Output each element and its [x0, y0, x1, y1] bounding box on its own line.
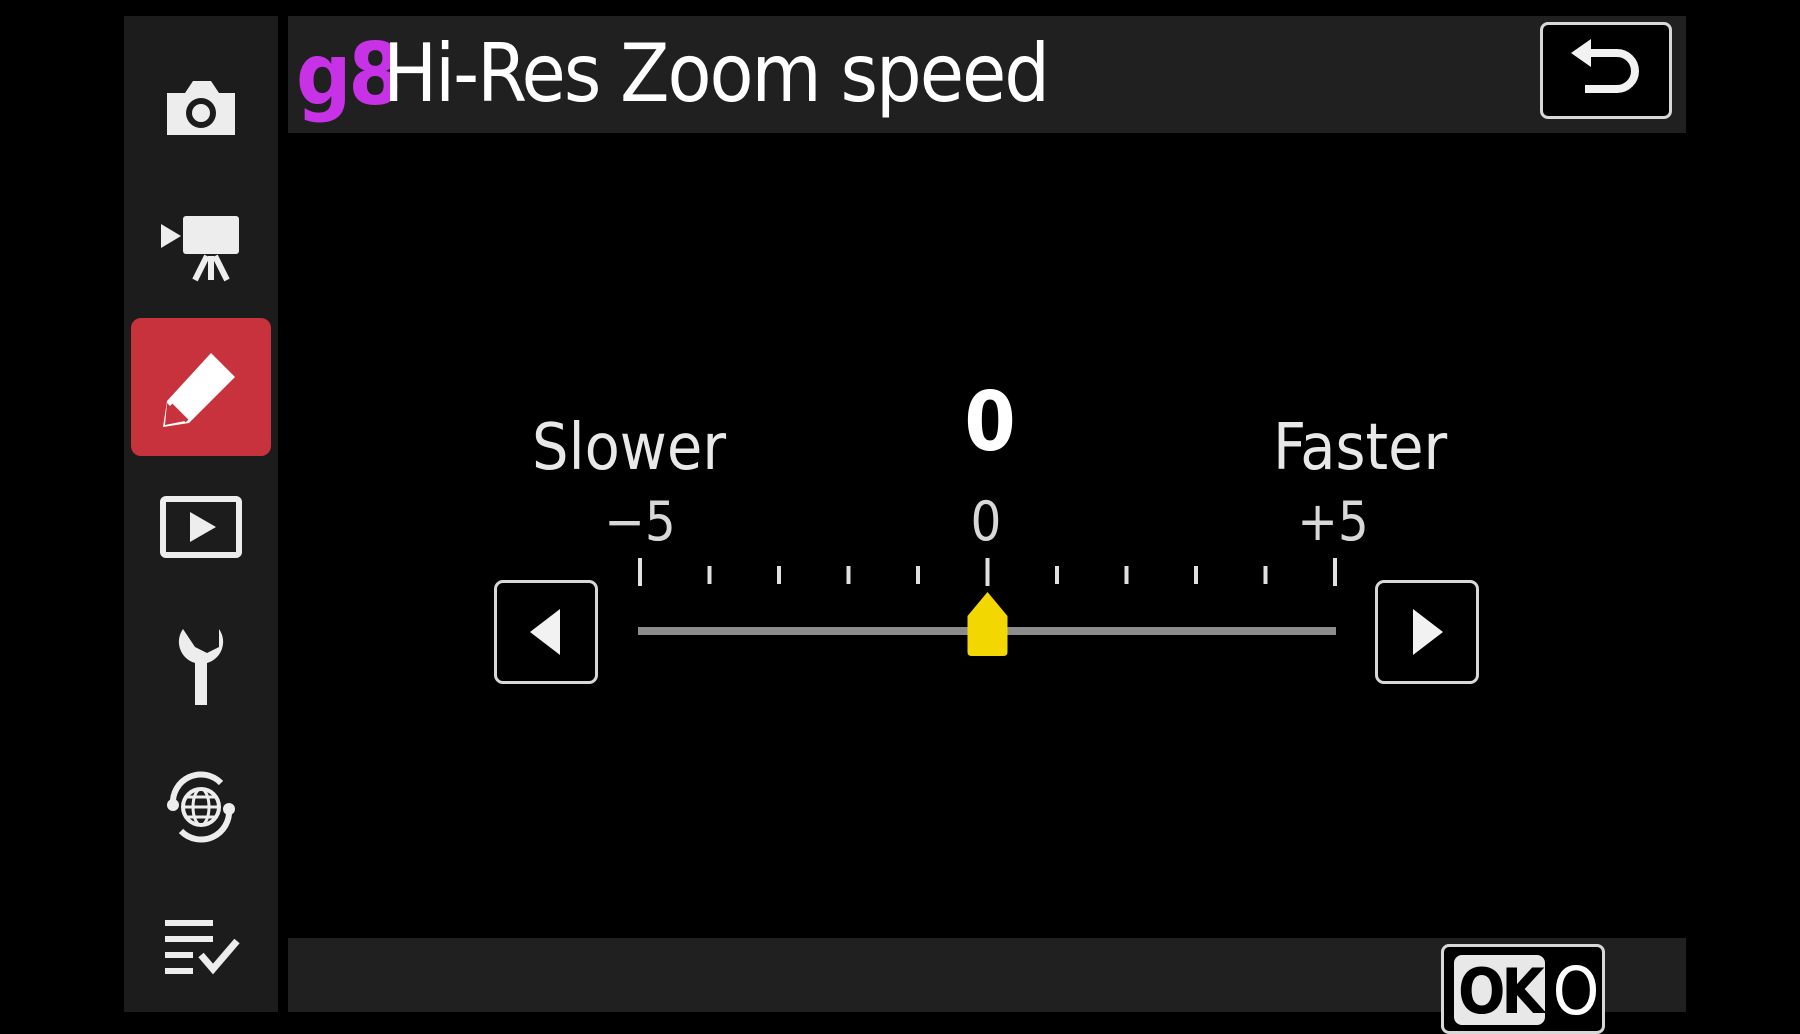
slider-tick [777, 566, 781, 584]
adjustment-slider[interactable] [0, 0, 1800, 1012]
slider-tick [1333, 558, 1337, 586]
slider-tick [638, 558, 642, 586]
slider-tick [916, 566, 920, 584]
slider-indicator[interactable] [967, 592, 1008, 656]
ok-button-icon: OK [1454, 955, 1545, 1025]
left-arrow-icon [530, 609, 560, 655]
slider-tick [1124, 566, 1129, 584]
slider-tick [846, 566, 851, 584]
decrease-button[interactable] [494, 580, 598, 684]
increase-button[interactable] [1375, 580, 1479, 684]
slider-tick [1194, 566, 1198, 584]
slider-tick [1055, 566, 1059, 584]
slider-tick [1263, 566, 1268, 584]
bottom-bar: OK OK [288, 938, 1686, 1034]
ok-label: OK [1552, 953, 1602, 1030]
ok-button[interactable]: OK OK [1441, 944, 1605, 1034]
slider-tick [707, 566, 712, 584]
slider-tick [985, 558, 990, 586]
right-arrow-icon [1413, 609, 1443, 655]
